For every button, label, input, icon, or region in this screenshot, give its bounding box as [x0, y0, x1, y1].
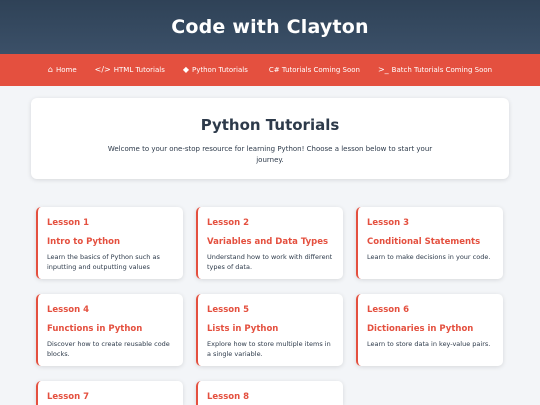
- terminal-icon: >_: [377, 65, 389, 74]
- lesson-card[interactable]: Lesson 8: [196, 381, 343, 405]
- lesson-card[interactable]: Lesson 2 Variables and Data Types Unders…: [196, 207, 343, 279]
- lesson-card[interactable]: Lesson 1 Intro to Python Learn the basic…: [36, 207, 183, 279]
- nav-item-label: HTML Tutorials: [113, 66, 165, 74]
- lesson-card[interactable]: Lesson 5 Lists in Python Explore how to …: [196, 294, 343, 366]
- lesson-card[interactable]: Lesson 3 Conditional Statements Learn to…: [356, 207, 503, 279]
- lesson-description: Learn to store data in key-value pairs.: [367, 340, 491, 348]
- main-nav: ⌂ Home </> HTML Tutorials ◆ Python Tutor…: [0, 54, 540, 86]
- lesson-number: Lesson 4: [47, 305, 90, 315]
- lesson-number: Lesson 6: [367, 305, 410, 315]
- site-title: Code with Clayton: [171, 16, 369, 38]
- lesson-title: Conditional Statements: [367, 237, 481, 247]
- lesson-title: Lists in Python: [207, 324, 279, 334]
- lesson-card[interactable]: Lesson 4 Functions in Python Discover ho…: [36, 294, 183, 366]
- nav-item-batch-tutorials[interactable]: >_ Batch Tutorials Coming Soon: [377, 65, 493, 75]
- code-icon: </>: [94, 65, 111, 74]
- lesson-number: Lesson 1: [47, 218, 90, 228]
- site-header: Code with Clayton: [0, 0, 540, 54]
- nav-item-home[interactable]: ⌂ Home: [47, 65, 77, 75]
- lesson-title: Functions in Python: [47, 324, 143, 334]
- intro-panel: Python Tutorials Welcome to your one-sto…: [31, 98, 509, 179]
- nav-item-html-tutorials[interactable]: </> HTML Tutorials: [94, 65, 165, 75]
- lesson-title: Dictionaries in Python: [367, 324, 474, 334]
- nav-item-label: Python Tutorials: [192, 66, 248, 74]
- lesson-description: Learn to make decisions in your code.: [367, 253, 491, 261]
- lesson-description: Learn the basics of Python such as input…: [47, 253, 160, 271]
- lesson-title: Variables and Data Types: [207, 237, 329, 247]
- python-icon: ◆: [182, 65, 189, 74]
- nav-item-label: C# Tutorials Coming Soon: [268, 66, 360, 74]
- nav-item-csharp-tutorials[interactable]: C# Tutorials Coming Soon: [266, 66, 360, 74]
- nav-item-label: Batch Tutorials Coming Soon: [391, 66, 493, 74]
- lesson-title: Intro to Python: [47, 237, 121, 247]
- nav-item-python-tutorials[interactable]: ◆ Python Tutorials: [182, 65, 248, 75]
- lesson-card[interactable]: Lesson 6 Dictionaries in Python Learn to…: [356, 294, 503, 366]
- intro-text: Welcome to your one-stop resource for le…: [107, 145, 433, 164]
- nav-item-label: Home: [55, 66, 77, 74]
- lesson-number: Lesson 5: [207, 305, 250, 315]
- lesson-number: Lesson 8: [207, 392, 250, 402]
- lesson-number: Lesson 2: [207, 218, 250, 228]
- page-title: Python Tutorials: [200, 116, 340, 134]
- lesson-number: Lesson 3: [367, 218, 410, 228]
- lesson-number: Lesson 7: [47, 392, 90, 402]
- lesson-description: Discover how to create reusable code blo…: [47, 340, 170, 358]
- home-icon: ⌂: [47, 65, 53, 74]
- lesson-description: Explore how to store multiple items in a…: [207, 340, 331, 358]
- lesson-card[interactable]: Lesson 7: [36, 381, 183, 405]
- lesson-description: Understand how to work with different ty…: [207, 253, 333, 271]
